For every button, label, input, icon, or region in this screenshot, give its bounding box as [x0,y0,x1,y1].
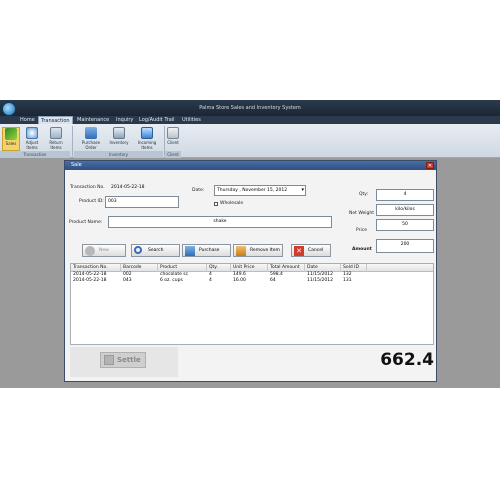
unit-field[interactable]: kilo/kilos [376,204,434,216]
cart-icon [185,246,195,256]
inventory-label: Inventory [109,140,129,145]
app-title-bar: Palma Store Sales and Inventory System [0,100,500,116]
cell-date: 11/15/2012 [307,278,333,283]
column-unit-price[interactable]: Unit Price [231,264,268,272]
sale-window-title-bar: Sale [65,161,436,170]
cell-unit-price: 16.00 [233,278,246,283]
return-items-button[interactable]: Return Items [45,127,67,150]
incoming-items-icon [141,127,153,139]
purchase-button[interactable]: Purchase [182,244,231,257]
chat-bubble-icon [85,246,95,256]
inventory-group-label: Inventory [74,151,163,158]
net-weight-label: Net Weight [349,211,375,216]
incoming-items-button[interactable]: Incoming Items [132,127,162,150]
qty-label: Qty: [359,192,369,197]
ribbon: Sales Adjust Items Return Items Transact… [0,124,500,158]
new-button-label: New [99,248,109,253]
sales-button[interactable]: Sales [2,127,20,151]
adjust-items-icon [26,127,38,139]
close-icon[interactable]: ✕ [426,162,434,169]
column-product[interactable]: Product [158,264,207,272]
transaction-no-label: Transaction No. [70,185,105,190]
tab-utilities[interactable]: Utilities [180,116,203,124]
qty-field[interactable]: 4 [376,189,434,201]
sales-items-table[interactable]: Transaction No. Barcode Product Qty. Uni… [70,263,434,345]
column-transaction-no[interactable]: Transaction No. [71,264,121,272]
tab-transaction[interactable]: Transaction [38,116,73,124]
app-screen: Palma Store Sales and Inventory System H… [0,0,500,500]
return-items-icon [50,127,62,139]
product-name-field[interactable]: shake [108,216,332,228]
purchase-order-label: Purchase Order [81,140,101,150]
cell-product: 6 oz. cups [160,278,183,283]
inventory-icon [113,127,125,139]
column-sold-id[interactable]: Sold ID [341,264,367,272]
client-label: Client [167,140,179,145]
adjust-items-button[interactable]: Adjust Items [21,127,43,150]
search-button[interactable]: Search [131,244,180,257]
app-logo-icon[interactable] [2,102,16,116]
return-items-label: Return Items [49,140,63,150]
client-group-label: Client [165,151,181,158]
cancel-button[interactable]: ✕ Cancel [291,244,331,257]
table-header: Transaction No. Barcode Product Qty. Uni… [71,264,433,272]
sales-icon [5,128,17,140]
price-label: Price [356,228,367,233]
cell-total-amount: 64 [270,278,276,283]
menu-bar: Home Transaction Maintenance Inquiry Log… [0,116,500,124]
product-name-label: Product Name: [69,220,103,225]
inventory-button[interactable]: Inventory [107,127,131,149]
ribbon-separator [72,126,73,156]
transaction-no-value: 2014-05-22-18 [111,185,145,190]
date-picker[interactable]: Thursday , November 15, 2012 ▾ [214,185,306,196]
chevron-down-icon[interactable]: ▾ [301,186,304,195]
cell-sold-id: 131 [343,278,352,283]
date-value: Thursday , November 15, 2012 [217,188,288,193]
cell-barcode: 043 [123,278,132,283]
purchase-order-icon [85,127,97,139]
settle-button-label: Settle [117,356,141,364]
product-id-field[interactable]: 003 [105,196,179,208]
wholesale-label: Wholesale [220,201,244,206]
search-icon [134,246,142,254]
grand-total: 662.4 [380,350,434,370]
column-date[interactable]: Date [305,264,341,272]
settle-button[interactable]: Settle [100,352,146,368]
incoming-items-label: Incoming Items [137,140,157,150]
search-button-label: Search [148,248,164,253]
tab-inquiry[interactable]: Inquiry [114,116,135,124]
transaction-group-label: Transaction [0,151,70,158]
tab-home[interactable]: Home [18,116,37,124]
price-field[interactable]: 50 [376,219,434,231]
client-button[interactable]: Client [165,127,181,149]
wholesale-checkbox[interactable] [214,202,218,206]
product-id-label: Product ID: [79,199,104,204]
amount-field: 200 [376,239,434,253]
adjust-items-label: Adjust Items [25,140,39,150]
date-label: Date: [192,188,205,193]
remove-item-button[interactable]: Remove Item [233,244,283,257]
settle-icon [104,355,114,365]
purchase-button-label: Purchase [199,248,220,253]
tab-log-audit-trail[interactable]: Log/Audit Trail [137,116,177,124]
table-row[interactable]: 2014-05-22-18 043 6 oz. cups 4 16.00 64 … [71,278,433,284]
amount-label: Amount [352,247,372,252]
purchase-order-button[interactable]: Purchase Order [76,127,106,150]
cancel-button-label: Cancel [308,248,324,253]
new-button[interactable]: New [82,244,126,257]
remove-item-icon [236,246,246,256]
cancel-icon: ✕ [294,246,304,256]
sales-button-label: Sales [5,141,17,146]
cell-transaction-no: 2014-05-22-18 [73,278,107,283]
sale-window-title: Sale [71,162,82,168]
client-icon [167,127,179,139]
remove-item-button-label: Remove Item [250,248,280,253]
tab-maintenance[interactable]: Maintenance [75,116,111,124]
column-qty[interactable]: Qty. [207,264,231,272]
column-barcode[interactable]: Barcode [121,264,158,272]
column-total-amount[interactable]: Total Amount [268,264,305,272]
cell-qty: 4 [209,278,212,283]
